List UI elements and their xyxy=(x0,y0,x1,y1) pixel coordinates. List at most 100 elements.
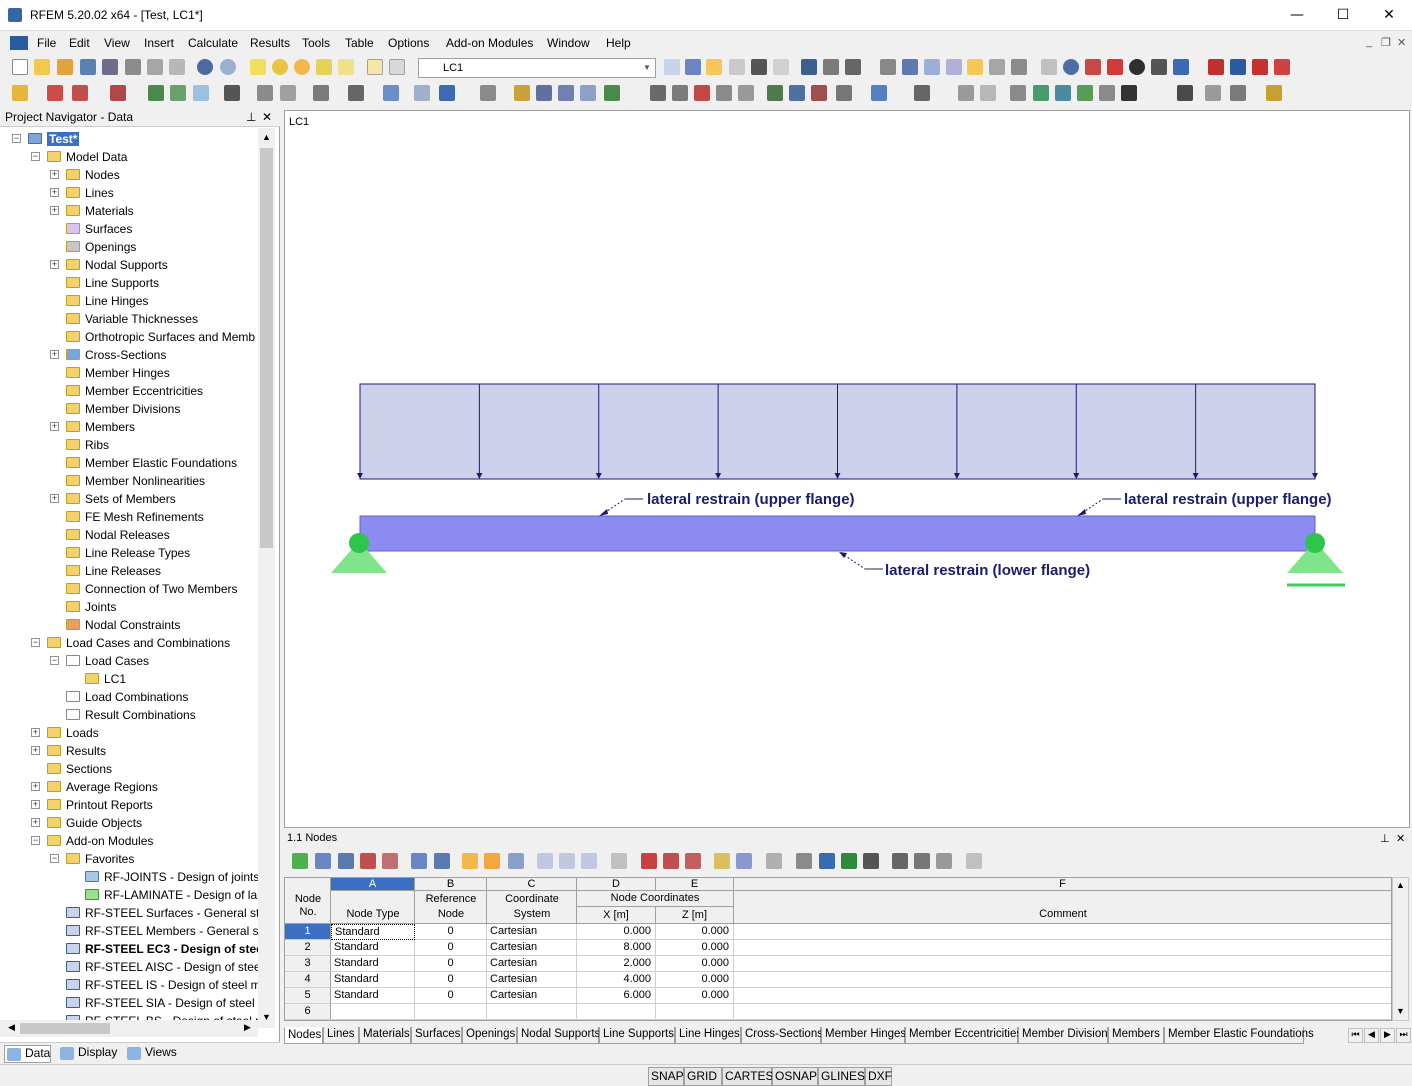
view-x-icon[interactable] xyxy=(946,59,962,75)
dimension-icon[interactable] xyxy=(958,85,974,101)
cell-coordinate-system[interactable] xyxy=(487,1004,577,1020)
model-view[interactable]: lateral restrain (upper flange) lateral … xyxy=(285,111,1411,829)
export-icon[interactable] xyxy=(1208,59,1224,75)
views-icon[interactable] xyxy=(924,59,940,75)
sheet-tab-member-divisions[interactable]: Member Divisions xyxy=(1018,1027,1113,1044)
connect-icon[interactable] xyxy=(480,85,496,101)
node-icon[interactable] xyxy=(1041,59,1057,75)
next-tab-icon[interactable]: ▶ xyxy=(1380,1028,1395,1043)
close-button[interactable]: ✕ xyxy=(1366,0,1412,30)
first-icon[interactable] xyxy=(537,853,553,869)
cell-node-type[interactable]: Standard xyxy=(331,972,415,988)
cell-coordinate-system[interactable]: Cartesian xyxy=(487,956,577,972)
column-b-header[interactable]: B xyxy=(415,878,487,891)
menu-calculate[interactable]: Calculate xyxy=(188,36,238,50)
new-node-icon[interactable] xyxy=(12,85,28,101)
import-table-icon[interactable] xyxy=(411,853,427,869)
column-a-header[interactable]: A xyxy=(331,878,415,891)
cell-coordinate-system[interactable]: Cartesian xyxy=(487,972,577,988)
import-icon[interactable] xyxy=(1230,59,1246,75)
load-case-select[interactable]: LC1 ▼ xyxy=(418,58,656,78)
row-number[interactable]: 6 xyxy=(285,1004,331,1020)
cell-x[interactable]: 8.000 xyxy=(577,940,656,956)
calculate-icon[interactable] xyxy=(604,85,620,101)
cell-x[interactable]: 6.000 xyxy=(577,988,656,1004)
distributed-load[interactable] xyxy=(357,383,1318,480)
project-icon[interactable] xyxy=(414,85,430,101)
formula-icon[interactable] xyxy=(936,853,952,869)
insert-row-icon[interactable] xyxy=(315,853,331,869)
column-d-header[interactable]: D xyxy=(577,878,656,891)
cell-reference-node[interactable]: 0 xyxy=(415,924,487,940)
average-region-icon[interactable] xyxy=(1099,85,1115,101)
previous-icon[interactable] xyxy=(559,853,575,869)
mdi-close-button[interactable]: ✕ xyxy=(1397,36,1406,49)
first-tab-icon[interactable]: ⏮ xyxy=(1348,1028,1363,1043)
cell-reference-node[interactable]: 0 xyxy=(415,956,487,972)
nodes-table[interactable]: Node No. A B C D E F Node Type Reference… xyxy=(284,877,1392,1021)
jump-icon[interactable] xyxy=(484,853,500,869)
collapse-icon[interactable]: − xyxy=(31,152,40,161)
snap-icon[interactable] xyxy=(902,59,918,75)
results-deformation-icon[interactable] xyxy=(650,85,666,101)
table-close-icon[interactable]: ✕ xyxy=(1396,832,1405,845)
results-stresses-icon[interactable] xyxy=(694,85,710,101)
layout-icon[interactable] xyxy=(1121,85,1137,101)
beam-member[interactable] xyxy=(359,515,1316,552)
navigator-close-icon[interactable]: ✕ xyxy=(262,110,272,124)
open-file-icon[interactable] xyxy=(34,59,50,75)
show-results-icon[interactable] xyxy=(706,59,722,75)
visual-object-icon[interactable] xyxy=(1033,85,1049,101)
member-icon[interactable] xyxy=(1085,59,1101,75)
navigator-vertical-scrollbar[interactable]: ▲ ▼ xyxy=(258,128,275,1028)
open-block-icon[interactable] xyxy=(57,59,73,75)
clear-icon[interactable] xyxy=(360,853,376,869)
document-icon[interactable] xyxy=(10,36,28,50)
status-snap-button[interactable]: SNAP xyxy=(648,1067,684,1086)
next-load-case-icon[interactable] xyxy=(685,59,701,75)
cell-coordinate-system[interactable]: Cartesian xyxy=(487,988,577,1004)
cell-comment[interactable] xyxy=(734,972,1391,988)
previous-tab-icon[interactable]: ◀ xyxy=(1364,1028,1379,1043)
row-number[interactable]: 5 xyxy=(285,988,331,1004)
new-polyline-icon[interactable] xyxy=(72,85,88,101)
undo-icon[interactable] xyxy=(197,59,213,75)
results-support-icon[interactable] xyxy=(716,85,732,101)
status-osnap-button[interactable]: OSNAP xyxy=(772,1067,818,1086)
expand-icon[interactable]: + xyxy=(31,728,40,737)
minimize-button[interactable]: — xyxy=(1274,0,1320,30)
scrollbar-thumb[interactable] xyxy=(20,1023,110,1034)
pin-icon[interactable]: ⊥ xyxy=(1380,832,1390,845)
visibility-icon[interactable] xyxy=(751,59,767,75)
expand-icon[interactable]: + xyxy=(50,350,59,359)
rotate-icon[interactable] xyxy=(348,85,364,101)
sheet-tab-materials[interactable]: Materials xyxy=(359,1027,411,1044)
collapse-icon[interactable]: − xyxy=(50,854,59,863)
mdi-minimize-button[interactable]: _ xyxy=(1366,36,1372,48)
row-number[interactable]: 2 xyxy=(285,940,331,956)
export-table-icon[interactable] xyxy=(434,853,450,869)
expand-icon[interactable]: + xyxy=(50,188,59,197)
clipboard-icon[interactable] xyxy=(1205,85,1221,101)
settings-icon[interactable] xyxy=(1173,59,1189,75)
pan-icon[interactable] xyxy=(801,59,817,75)
expand-icon[interactable]: + xyxy=(50,206,59,215)
cell-comment[interactable] xyxy=(734,956,1391,972)
grid-icon[interactable] xyxy=(880,59,896,75)
tab-views[interactable]: Views xyxy=(125,1045,177,1063)
last-icon[interactable] xyxy=(611,853,627,869)
status-dxf-button[interactable]: DXF xyxy=(865,1067,892,1086)
new-member-icon[interactable] xyxy=(110,85,126,101)
expand-icon[interactable]: + xyxy=(50,170,59,179)
mesh-icon[interactable] xyxy=(580,85,596,101)
select-icon[interactable] xyxy=(294,59,310,75)
collapse-icon[interactable]: − xyxy=(31,638,40,647)
expand-icon[interactable]: + xyxy=(31,800,40,809)
table-icon[interactable] xyxy=(1177,85,1193,101)
refresh-icon[interactable] xyxy=(508,853,524,869)
cell-z[interactable]: 0.000 xyxy=(656,988,734,1004)
menu-add-on-modules[interactable]: Add-on Modules xyxy=(446,36,533,50)
cell-x[interactable] xyxy=(577,1004,656,1020)
annotation-upper-right[interactable]: lateral restrain (upper flange) xyxy=(1077,491,1332,516)
cell-comment[interactable] xyxy=(734,988,1391,1004)
